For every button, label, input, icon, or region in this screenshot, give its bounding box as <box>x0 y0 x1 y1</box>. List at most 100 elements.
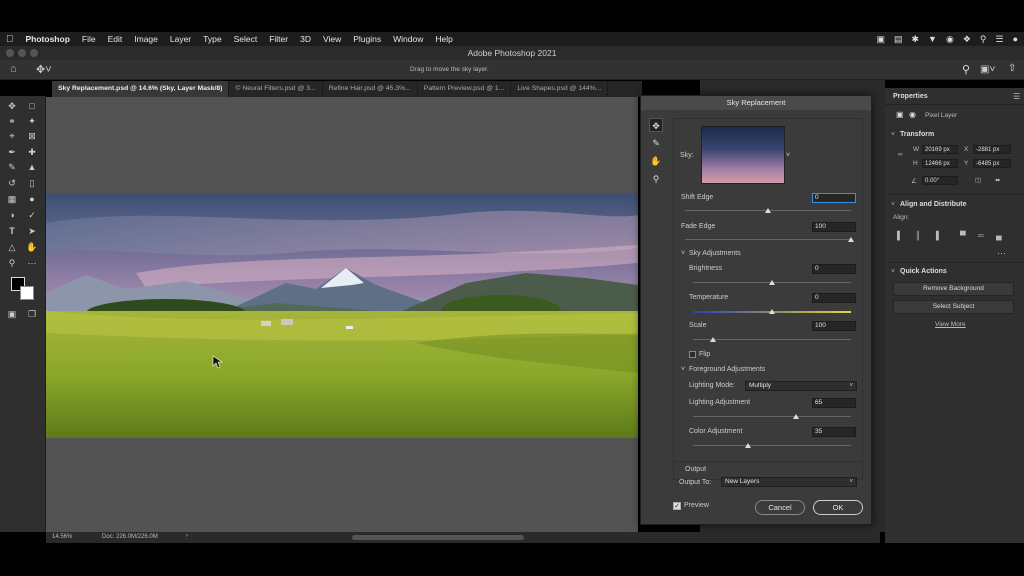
dropbox-icon[interactable]: ❖ <box>963 34 971 45</box>
siri-icon[interactable]: ● <box>1013 34 1018 44</box>
control-center-icon[interactable]: ☰ <box>995 34 1003 45</box>
quick-actions-header[interactable]: Quick Actions <box>900 268 947 275</box>
more-options-icon[interactable]: ⋯ <box>997 248 1006 259</box>
scale-slider-track[interactable] <box>693 339 851 340</box>
dodge-tool-icon[interactable]: ◑ <box>5 209 19 221</box>
status-chevron-icon[interactable]: › <box>186 533 188 539</box>
wifi-icon[interactable]: ◉ <box>946 34 954 45</box>
healing-brush-tool-icon[interactable]: ✚ <box>25 146 39 158</box>
align-distribute-header[interactable]: Align and Distribute <box>900 201 967 208</box>
align-left-edges-icon[interactable]: ▌ <box>897 231 903 240</box>
foreground-adjustments-header[interactable]: Foreground Adjustments <box>689 366 765 373</box>
scale-input[interactable]: 100 <box>812 321 856 331</box>
align-right-edges-icon[interactable]: ▐ <box>933 231 939 240</box>
align-bottom-edges-icon[interactable]: ▄ <box>996 231 1002 240</box>
brightness-slider-thumb[interactable] <box>769 280 775 285</box>
lighting-mode-select[interactable]: Multiply ˅ <box>745 381 857 391</box>
output-to-select[interactable]: New Layers ˅ <box>721 477 857 487</box>
menu-window[interactable]: Window <box>387 34 429 44</box>
path-selection-tool-icon[interactable]: ➤ <box>25 225 39 237</box>
transform-header[interactable]: Transform <box>900 131 934 138</box>
zoom-window-button[interactable] <box>30 49 38 57</box>
horizontal-scrollbar[interactable] <box>352 535 524 540</box>
lighting-adjustment-slider-track[interactable] <box>693 416 851 417</box>
canvas-area[interactable] <box>46 97 638 532</box>
magic-wand-tool-icon[interactable]: ✦ <box>25 115 39 127</box>
shift-edge-input[interactable]: 0 <box>812 193 856 203</box>
menu-edit[interactable]: Edit <box>102 34 129 44</box>
marquee-tool-icon[interactable]: □ <box>25 100 39 112</box>
flip-checkbox[interactable] <box>689 351 696 358</box>
tab-pattern-preview[interactable]: Pattern Preview.psd @ 1... <box>418 81 512 97</box>
frame-tool-icon[interactable]: ⊠ <box>25 130 39 142</box>
tab-properties[interactable]: Properties <box>893 93 928 100</box>
hand-tool-icon[interactable]: ✋ <box>25 241 39 253</box>
background-color-swatch[interactable] <box>20 286 34 300</box>
width-input[interactable]: 20169 px <box>922 145 958 154</box>
menu-view[interactable]: View <box>317 34 347 44</box>
select-subject-button[interactable]: Select Subject <box>893 300 1014 314</box>
screen-mode-icon[interactable]: ❐ <box>25 308 39 320</box>
brush-tool-icon[interactable]: ✎ <box>5 161 19 173</box>
link-icon[interactable]: ∞ <box>898 151 903 158</box>
color-adjustment-input[interactable]: 35 <box>812 427 856 437</box>
adobe-icon[interactable]: ▣ <box>876 34 885 45</box>
menu-3d[interactable]: 3D <box>294 34 317 44</box>
workspace-icon[interactable]: ▣˅ <box>980 64 995 75</box>
eraser-tool-icon[interactable]: ▯ <box>25 177 39 189</box>
menu-type[interactable]: Type <box>197 34 227 44</box>
move-tool-icon[interactable]: ✥ <box>5 100 19 112</box>
color-adjustment-slider-thumb[interactable] <box>745 443 751 448</box>
share-icon[interactable]: ⇧ <box>1008 63 1016 74</box>
search-icon[interactable]: ⚲ <box>962 63 970 76</box>
brightness-input[interactable]: 0 <box>812 264 856 274</box>
fade-edge-slider-track[interactable] <box>685 239 851 240</box>
tab-live-shapes[interactable]: Live Shapes.psd @ 144%... <box>511 81 609 97</box>
tab-sky-replacement[interactable]: Sky Replacement.psd @ 14.6% (Sky, Layer … <box>52 81 230 97</box>
more-tools-icon[interactable]: ⋯ <box>25 257 39 269</box>
menu-image[interactable]: Image <box>128 34 164 44</box>
ok-button[interactable]: OK <box>813 500 863 515</box>
move-tool-options-icon[interactable]: ✥˅ <box>36 63 52 76</box>
menu-plugins[interactable]: Plugins <box>347 34 387 44</box>
crop-tool-icon[interactable]: ⌖ <box>5 130 19 142</box>
history-brush-tool-icon[interactable]: ↺ <box>5 177 19 189</box>
extension-icon[interactable]: ▤ <box>894 34 903 45</box>
color-adjustment-slider-track[interactable] <box>693 445 851 446</box>
quick-actions-chevron-icon[interactable]: ˅ <box>891 268 895 275</box>
temperature-slider-thumb[interactable] <box>769 309 775 314</box>
mute-icon[interactable]: ▼ <box>928 34 937 44</box>
shape-tool-icon[interactable]: △ <box>5 241 19 253</box>
zoom-level[interactable]: 14.56% <box>52 534 72 540</box>
spotlight-icon[interactable]: ⚲ <box>980 34 987 45</box>
transform-chevron-icon[interactable]: ˅ <box>891 131 895 138</box>
menu-help[interactable]: Help <box>429 34 458 44</box>
blur-tool-icon[interactable]: ● <box>25 193 39 205</box>
menu-layer[interactable]: Layer <box>164 34 197 44</box>
align-horizontal-centers-icon[interactable]: ║ <box>915 231 921 240</box>
tab-neural-filters[interactable]: © Neural Filters.psd @ 3... <box>229 81 323 97</box>
landscape-image[interactable] <box>46 193 638 438</box>
gradient-tool-icon[interactable]: ▦ <box>5 193 19 205</box>
close-window-button[interactable] <box>6 49 14 57</box>
bluetooth-icon[interactable]: ✱ <box>911 34 919 45</box>
home-icon[interactable]: ⌂ <box>10 63 17 75</box>
align-top-edges-icon[interactable]: ▀ <box>960 231 966 240</box>
hand-tool-icon[interactable]: ✋ <box>649 154 663 168</box>
type-tool-icon[interactable]: T <box>5 225 19 237</box>
sky-preset-chevron-icon[interactable]: ˅ <box>786 152 790 159</box>
view-more-link[interactable]: View More <box>935 321 966 328</box>
app-menu[interactable]: Photoshop <box>20 34 76 44</box>
fade-edge-input[interactable]: 100 <box>812 222 856 232</box>
menu-select[interactable]: Select <box>228 34 264 44</box>
temperature-input[interactable]: 0 <box>812 293 856 303</box>
y-input[interactable]: -6485 px <box>973 159 1011 168</box>
menu-file[interactable]: File <box>76 34 102 44</box>
apple-menu-icon[interactable]:  <box>0 34 20 45</box>
zoom-tool-icon[interactable]: ⚲ <box>5 257 19 269</box>
flip-horizontal-icon[interactable]: ◫ <box>975 176 981 184</box>
minimize-window-button[interactable] <box>18 49 26 57</box>
align-chevron-icon[interactable]: ˅ <box>891 201 895 208</box>
height-input[interactable]: 12466 px <box>922 159 958 168</box>
sky-adjustments-header[interactable]: Sky Adjustments <box>689 250 741 257</box>
